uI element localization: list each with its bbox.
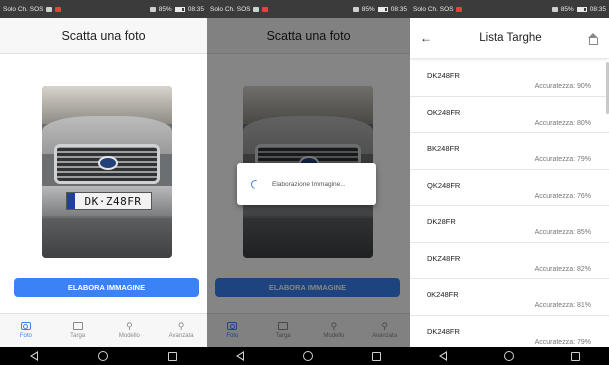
page-title: Lista Targhe bbox=[479, 32, 542, 44]
plate-code: DK248FR bbox=[427, 71, 460, 80]
back-nav-icon[interactable] bbox=[438, 351, 447, 361]
clock: 08:35 bbox=[589, 5, 606, 13]
accuracy-label: Accuratezza: 79% bbox=[534, 156, 591, 163]
search-icon: ⚲ bbox=[177, 321, 185, 331]
plate-list: DK248FR Accuratezza: 90% OK248FR Accurat… bbox=[410, 60, 609, 347]
tab-bar: Foto Targa ⚲ Modello ⚲ Avanzata bbox=[0, 313, 207, 347]
list-item[interactable]: OK248FR Accuratezza: 80% bbox=[410, 97, 609, 133]
screen-plate-list: Solo Ch. SOS 85% 08:35 ← Lista Targhe DK2… bbox=[410, 0, 609, 365]
signal-icon bbox=[352, 6, 359, 12]
tab-label: Avanzata bbox=[168, 333, 194, 339]
camera-icon bbox=[20, 322, 31, 330]
clock: 08:35 bbox=[187, 5, 204, 13]
status-bar: Solo Ch. SOS 85% 08:35 bbox=[410, 0, 609, 18]
carrier-label: Solo Ch. SOS bbox=[3, 5, 44, 13]
accuracy-label: Accuratezza: 76% bbox=[534, 192, 591, 200]
signal-icon bbox=[551, 6, 558, 12]
battery-icon bbox=[174, 6, 185, 12]
list-item[interactable]: DKZ48FR Accuratezza: 82% bbox=[410, 243, 609, 279]
license-plate: DK·Z48FR bbox=[66, 192, 152, 210]
accuracy-label: Accuratezza: 79% bbox=[534, 338, 591, 346]
list-item[interactable]: DK248FR Accuratezza: 90% bbox=[410, 60, 609, 97]
car-photo: DK·Z48FR bbox=[42, 86, 172, 258]
back-nav-icon[interactable] bbox=[30, 351, 38, 361]
search-icon: ⚲ bbox=[126, 321, 133, 331]
tab-targa[interactable]: Targa bbox=[52, 314, 104, 347]
back-nav-icon[interactable] bbox=[236, 351, 245, 361]
home-nav-icon[interactable] bbox=[503, 351, 514, 361]
processing-dialog: Elaborazione Immagine... bbox=[237, 163, 376, 205]
mail-icon bbox=[55, 6, 62, 12]
eu-band bbox=[67, 193, 75, 209]
accuracy-label: Accuratezza: 80% bbox=[534, 119, 591, 127]
tab-label: Foto bbox=[19, 333, 32, 339]
clock: 08:35 bbox=[390, 5, 407, 13]
signal-icon bbox=[149, 6, 156, 12]
battery-icon bbox=[377, 6, 388, 12]
recents-nav-icon[interactable] bbox=[371, 351, 381, 361]
mail-icon bbox=[456, 6, 463, 12]
card-icon bbox=[72, 322, 83, 330]
tab-modello[interactable]: ⚲ Modello bbox=[104, 314, 156, 347]
plate-code: BK248FR bbox=[427, 144, 460, 153]
plate-code: QK248FR bbox=[427, 180, 461, 190]
screen-take-photo: Solo Ch. SOS 85% 08:35 Scatta una foto DK… bbox=[0, 0, 207, 365]
page-title: Scatta una foto bbox=[0, 18, 207, 54]
accuracy-label: Accuratezza: 81% bbox=[534, 302, 591, 309]
plate-code: OK248FR bbox=[427, 107, 461, 117]
list-item[interactable]: DK28FR Accuratezza: 85% bbox=[410, 206, 609, 243]
spinner-icon bbox=[249, 177, 262, 191]
plate-code: DK28FR bbox=[427, 217, 456, 226]
accuracy-label: Accuratezza: 85% bbox=[534, 229, 591, 236]
plate-code: DKZ48FR bbox=[427, 253, 461, 263]
battery-percent: 85% bbox=[158, 5, 172, 13]
list-header: ← Lista Targhe bbox=[410, 18, 609, 58]
tab-label: Targa bbox=[70, 333, 86, 339]
list-item[interactable]: QK248FR Accuratezza: 76% bbox=[410, 170, 609, 206]
recents-nav-icon[interactable] bbox=[168, 351, 177, 361]
plate-code: DK248FR bbox=[427, 326, 460, 336]
screen-processing: Solo Ch. SOS 85% 08:35 Scatta una foto EL… bbox=[207, 0, 410, 365]
mail-icon bbox=[262, 6, 269, 12]
dialog-message: Elaborazione Immagine... bbox=[272, 180, 346, 188]
list-item[interactable]: 0K248FR Accuratezza: 81% bbox=[410, 279, 609, 316]
tab-avanzata[interactable]: ⚲ Avanzata bbox=[155, 314, 207, 347]
battery-icon bbox=[576, 6, 587, 12]
battery-percent: 85% bbox=[361, 5, 375, 13]
tab-label: Modello bbox=[118, 333, 140, 339]
carrier-label: Solo Ch. SOS bbox=[210, 5, 251, 13]
arrow-left-icon[interactable]: ← bbox=[420, 31, 434, 45]
system-nav-bar bbox=[410, 347, 609, 365]
notification-icon bbox=[253, 6, 260, 12]
tab-foto[interactable]: Foto bbox=[0, 314, 52, 347]
status-bar: Solo Ch. SOS 85% 08:35 bbox=[0, 0, 207, 18]
photo-content: DK·Z48FR ELABORA IMMAGINE Foto Targa ⚲ M… bbox=[0, 54, 207, 347]
status-bar: Solo Ch. SOS 85% 08:35 bbox=[207, 0, 410, 18]
plate-code: 0K248FR bbox=[427, 290, 459, 299]
car-logo bbox=[98, 156, 118, 170]
battery-percent: 85% bbox=[560, 5, 574, 13]
system-nav-bar bbox=[0, 347, 207, 365]
accuracy-label: Accuratezza: 82% bbox=[534, 265, 591, 273]
home-icon[interactable] bbox=[587, 32, 599, 45]
recents-nav-icon[interactable] bbox=[571, 351, 581, 361]
notification-icon bbox=[46, 6, 53, 12]
home-nav-icon[interactable] bbox=[98, 351, 108, 361]
carrier-label: Solo Ch. SOS bbox=[413, 5, 454, 13]
process-image-button[interactable]: ELABORA IMMAGINE bbox=[14, 278, 199, 297]
list-item[interactable]: DK248FR Accuratezza: 79% bbox=[410, 316, 609, 348]
plate-text: DK·Z48FR bbox=[84, 194, 142, 208]
system-nav-bar bbox=[207, 347, 410, 365]
accuracy-label: Accuratezza: 90% bbox=[534, 83, 591, 90]
home-nav-icon[interactable] bbox=[302, 351, 313, 361]
list-item[interactable]: BK248FR Accuratezza: 79% bbox=[410, 133, 609, 170]
